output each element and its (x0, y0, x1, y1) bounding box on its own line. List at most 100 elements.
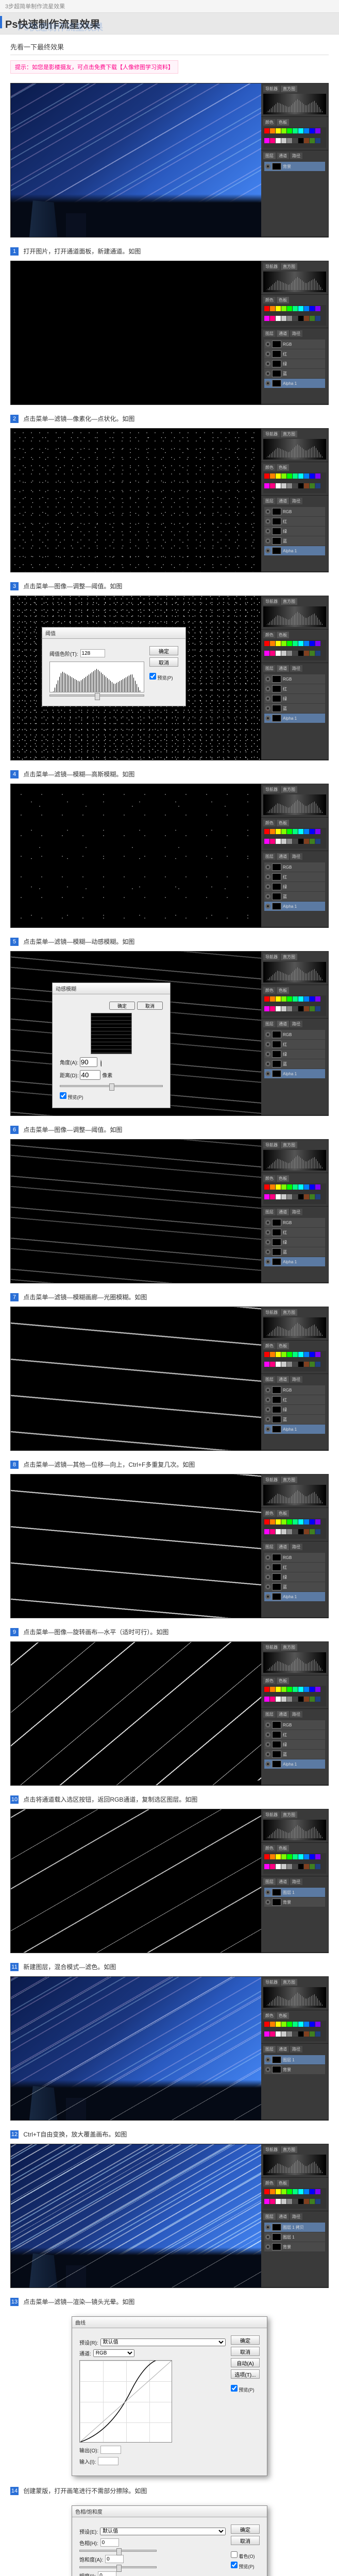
swatch[interactable] (310, 306, 315, 311)
layers-panel[interactable]: RGB红绿蓝Alpha 1 (263, 673, 326, 724)
swatch[interactable] (304, 306, 309, 311)
eye-icon[interactable] (265, 1732, 270, 1737)
tab-paths[interactable]: 路径 (290, 1878, 302, 1885)
curves-dialog[interactable]: 曲线 预设(R): 默认值 通道: RGB 输出(O): 输入(I): 确定 取… (72, 2316, 267, 2476)
tab-channels[interactable]: 通道 (277, 1878, 289, 1885)
swatch[interactable] (293, 138, 298, 143)
swatch[interactable] (264, 1362, 269, 1367)
layer-row[interactable]: 绿 (264, 882, 325, 891)
swatch[interactable] (310, 641, 315, 646)
swatch[interactable] (304, 316, 309, 321)
layers-panel[interactable]: RGB红绿蓝Alpha 1 (263, 1384, 326, 1435)
promo-note[interactable]: 提示：如您是影楼摄友，可点击免费下载【人像修图学习资料】 (10, 60, 178, 74)
tab-color[interactable]: 颜色 (263, 1343, 276, 1349)
swatch[interactable] (276, 1194, 281, 1199)
layer-row[interactable]: Alpha 1 (264, 1592, 325, 1601)
tab-histogram[interactable]: 直方图 (281, 1811, 297, 1818)
tab-swatches[interactable]: 色板 (277, 2180, 289, 2187)
swatch[interactable] (264, 996, 269, 1002)
layer-row[interactable]: Alpha 1 (264, 379, 325, 388)
swatch[interactable] (293, 1362, 298, 1367)
swatch[interactable] (304, 128, 309, 133)
swatch[interactable] (264, 1352, 269, 1357)
swatch[interactable] (310, 996, 315, 1002)
preset-select[interactable]: 默认值 (100, 2528, 226, 2535)
swatch[interactable] (287, 1519, 292, 1524)
layer-row[interactable]: 蓝 (264, 1247, 325, 1257)
swatch[interactable] (270, 641, 275, 646)
eye-icon[interactable] (265, 519, 270, 524)
tab-nav[interactable]: 导航器 (263, 954, 280, 960)
eye-icon[interactable] (265, 716, 270, 721)
swatch[interactable] (298, 1864, 303, 1869)
tab-nav[interactable]: 导航器 (263, 1309, 280, 1316)
swatch[interactable] (276, 1697, 281, 1702)
tab-layers[interactable]: 图层 (263, 152, 276, 159)
eye-icon[interactable] (265, 1761, 270, 1767)
swatches[interactable] (263, 828, 326, 849)
swatch[interactable] (310, 1352, 315, 1357)
layers-panel[interactable]: RGB红绿蓝Alpha 1 (263, 338, 326, 389)
layer-row[interactable]: 绿 (264, 1572, 325, 1582)
swatch[interactable] (276, 1519, 281, 1524)
tab-swatches[interactable]: 色板 (277, 297, 289, 303)
eye-icon[interactable] (265, 1220, 270, 1225)
tab-layers[interactable]: 图层 (263, 1376, 276, 1383)
curves-graph[interactable] (79, 2360, 172, 2443)
swatch[interactable] (315, 473, 320, 479)
layers-panel[interactable]: RGB红绿蓝Alpha 1 (263, 861, 326, 912)
swatch[interactable] (310, 1519, 315, 1524)
swatch[interactable] (293, 1194, 298, 1199)
tab-color[interactable]: 颜色 (263, 2180, 276, 2187)
swatches[interactable] (263, 1518, 326, 1539)
eye-icon[interactable] (265, 1240, 270, 1245)
layer-row[interactable]: 红 (264, 1040, 325, 1049)
swatch[interactable] (293, 2022, 298, 2027)
swatch[interactable] (304, 641, 309, 646)
layer-row[interactable]: 图层 1 (264, 1888, 325, 1897)
layer-row[interactable]: RGB (264, 340, 325, 349)
swatches[interactable] (263, 1351, 326, 1371)
swatch[interactable] (264, 306, 269, 311)
swatch[interactable] (264, 839, 269, 844)
swatch[interactable] (293, 1006, 298, 1011)
swatch[interactable] (304, 2031, 309, 2037)
layer-row[interactable]: 绿 (264, 1740, 325, 1749)
swatch[interactable] (304, 1352, 309, 1357)
swatch[interactable] (310, 651, 315, 656)
tab-channels[interactable]: 通道 (277, 1544, 289, 1550)
tab-paths[interactable]: 路径 (290, 1711, 302, 1718)
layers-panel[interactable]: RGB红绿蓝Alpha 1 (263, 506, 326, 557)
swatch[interactable] (293, 651, 298, 656)
tab-layers[interactable]: 图层 (263, 853, 276, 860)
eye-icon[interactable] (265, 1052, 270, 1057)
tab-color[interactable]: 颜色 (263, 1845, 276, 1852)
tab-channels[interactable]: 通道 (277, 1376, 289, 1383)
swatch[interactable] (264, 1864, 269, 1869)
tab-paths[interactable]: 路径 (290, 1021, 302, 1027)
tab-channels[interactable]: 通道 (277, 1209, 289, 1215)
swatch[interactable] (287, 2031, 292, 2037)
layer-row[interactable]: 蓝 (264, 892, 325, 901)
swatch[interactable] (276, 1362, 281, 1367)
swatch[interactable] (298, 1352, 303, 1357)
swatch[interactable] (293, 1184, 298, 1190)
swatch[interactable] (298, 2199, 303, 2204)
layer-row[interactable]: RGB (264, 1030, 325, 1039)
tab-channels[interactable]: 通道 (277, 1021, 289, 1027)
swatch[interactable] (264, 829, 269, 834)
tab-color[interactable]: 颜色 (263, 820, 276, 826)
preview-check[interactable] (231, 2562, 238, 2568)
swatch[interactable] (287, 1529, 292, 1534)
tab-paths[interactable]: 路径 (290, 1376, 302, 1383)
layer-row[interactable]: Alpha 1 (264, 546, 325, 555)
tab-histogram[interactable]: 直方图 (281, 2146, 297, 2153)
eye-icon[interactable] (265, 1249, 270, 1255)
swatch[interactable] (264, 1519, 269, 1524)
tab-channels[interactable]: 通道 (277, 665, 289, 672)
tab-histogram[interactable]: 直方图 (281, 1309, 297, 1316)
threshold-input[interactable] (80, 649, 105, 657)
eye-icon[interactable] (265, 1890, 270, 1895)
tab-color[interactable]: 颜色 (263, 1510, 276, 1517)
ok-button[interactable]: 确定 (231, 2335, 260, 2345)
